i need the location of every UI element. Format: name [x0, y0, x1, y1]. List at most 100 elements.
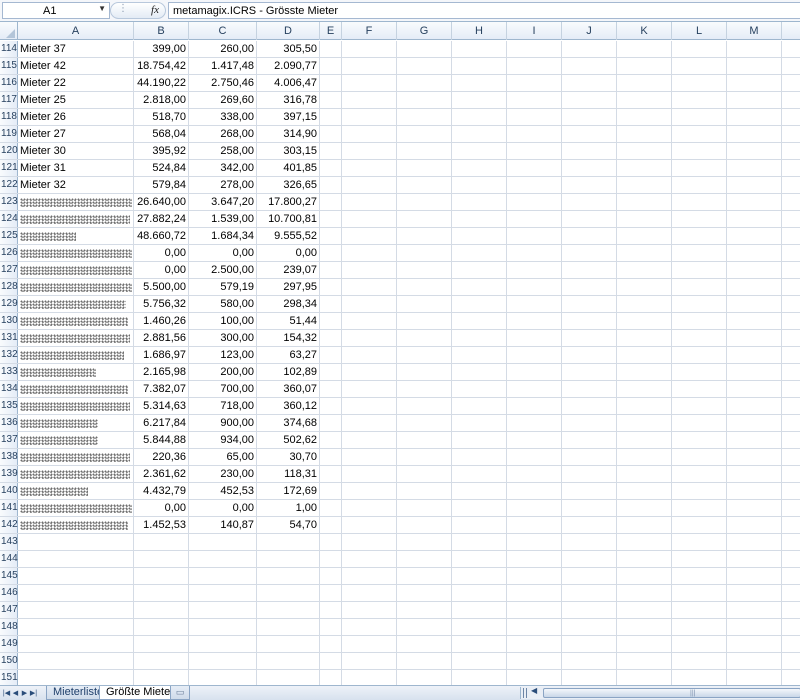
cell-empty[interactable] — [397, 296, 452, 312]
cell-empty[interactable] — [672, 568, 727, 584]
cell-empty[interactable] — [727, 636, 782, 652]
cell-empty[interactable] — [782, 194, 800, 210]
cell-empty[interactable] — [672, 381, 727, 397]
cell-empty[interactable] — [672, 279, 727, 295]
cell-b[interactable]: 0,00 — [134, 500, 189, 516]
cell-empty[interactable] — [562, 330, 617, 346]
row-header[interactable]: 121 — [0, 160, 18, 176]
cell-empty[interactable] — [452, 296, 507, 312]
cell-empty[interactable] — [617, 347, 672, 363]
cell-empty[interactable] — [507, 330, 562, 346]
cell-c[interactable] — [189, 653, 257, 669]
cell-empty[interactable] — [320, 568, 342, 584]
cell-empty[interactable] — [617, 194, 672, 210]
cell-empty[interactable] — [507, 602, 562, 618]
cell-empty[interactable] — [397, 313, 452, 329]
cell-empty[interactable] — [452, 313, 507, 329]
cell-d[interactable]: 10.700,81 — [257, 211, 320, 227]
cell-b[interactable]: 44.190,22 — [134, 75, 189, 91]
cell-empty[interactable] — [727, 449, 782, 465]
cell-c[interactable]: 934,00 — [189, 432, 257, 448]
cell-empty[interactable] — [320, 466, 342, 482]
cell-empty[interactable] — [452, 126, 507, 142]
cell-a[interactable] — [18, 517, 134, 533]
cell-d[interactable]: 401,85 — [257, 160, 320, 176]
row-header[interactable]: 143 — [0, 534, 18, 550]
cell-c[interactable]: 580,00 — [189, 296, 257, 312]
cell-empty[interactable] — [507, 500, 562, 516]
cell-empty[interactable] — [782, 432, 800, 448]
cell-empty[interactable] — [342, 432, 397, 448]
cell-empty[interactable] — [782, 602, 800, 618]
cell-c[interactable]: 342,00 — [189, 160, 257, 176]
cell-empty[interactable] — [320, 262, 342, 278]
column-header-i[interactable]: I — [507, 22, 562, 40]
cell-empty[interactable] — [342, 58, 397, 74]
cell-empty[interactable] — [617, 670, 672, 685]
cell-empty[interactable] — [507, 109, 562, 125]
cell-empty[interactable] — [617, 296, 672, 312]
cell-empty[interactable] — [562, 75, 617, 91]
cell-empty[interactable] — [782, 211, 800, 227]
cell-empty[interactable] — [397, 211, 452, 227]
cell-empty[interactable] — [782, 500, 800, 516]
cell-empty[interactable] — [672, 449, 727, 465]
cell-empty[interactable] — [562, 466, 617, 482]
cell-b[interactable]: 2.818,00 — [134, 92, 189, 108]
cell-empty[interactable] — [342, 160, 397, 176]
cell-empty[interactable] — [342, 245, 397, 261]
cell-empty[interactable] — [782, 636, 800, 652]
cell-b[interactable]: 5.756,32 — [134, 296, 189, 312]
cell-empty[interactable] — [342, 279, 397, 295]
cell-empty[interactable] — [562, 177, 617, 193]
cell-empty[interactable] — [507, 517, 562, 533]
cell-empty[interactable] — [727, 58, 782, 74]
cell-empty[interactable] — [617, 41, 672, 57]
cell-empty[interactable] — [672, 211, 727, 227]
cell-d[interactable]: 2.090,77 — [257, 58, 320, 74]
cell-c[interactable]: 268,00 — [189, 126, 257, 142]
cell-empty[interactable] — [320, 177, 342, 193]
row-header[interactable]: 130 — [0, 313, 18, 329]
cell-empty[interactable] — [672, 364, 727, 380]
cell-b[interactable]: 27.882,24 — [134, 211, 189, 227]
cell-empty[interactable] — [452, 432, 507, 448]
cell-empty[interactable] — [672, 41, 727, 57]
cell-empty[interactable] — [452, 670, 507, 685]
cell-empty[interactable] — [727, 75, 782, 91]
row-header[interactable]: 144 — [0, 551, 18, 567]
cell-empty[interactable] — [342, 381, 397, 397]
cell-a[interactable] — [18, 619, 134, 635]
cell-empty[interactable] — [452, 466, 507, 482]
cell-empty[interactable] — [617, 619, 672, 635]
row-header[interactable]: 138 — [0, 449, 18, 465]
cell-empty[interactable] — [782, 41, 800, 57]
cell-empty[interactable] — [617, 415, 672, 431]
cell-empty[interactable] — [397, 160, 452, 176]
cell-empty[interactable] — [782, 313, 800, 329]
cell-empty[interactable] — [320, 126, 342, 142]
row-header[interactable]: 148 — [0, 619, 18, 635]
cell-empty[interactable] — [727, 194, 782, 210]
cell-empty[interactable] — [727, 177, 782, 193]
cell-empty[interactable] — [320, 109, 342, 125]
cell-empty[interactable] — [562, 41, 617, 57]
cell-d[interactable]: 397,15 — [257, 109, 320, 125]
cell-empty[interactable] — [617, 466, 672, 482]
cell-empty[interactable] — [727, 534, 782, 550]
cell-empty[interactable] — [342, 228, 397, 244]
cell-empty[interactable] — [672, 466, 727, 482]
cell-empty[interactable] — [507, 653, 562, 669]
cell-empty[interactable] — [782, 296, 800, 312]
cell-b[interactable]: 2.881,56 — [134, 330, 189, 346]
cell-b[interactable] — [134, 636, 189, 652]
cell-b[interactable]: 7.382,07 — [134, 381, 189, 397]
cell-empty[interactable] — [617, 75, 672, 91]
cell-empty[interactable] — [782, 585, 800, 601]
cell-b[interactable]: 18.754,42 — [134, 58, 189, 74]
cell-empty[interactable] — [452, 551, 507, 567]
cell-empty[interactable] — [672, 58, 727, 74]
cell-a[interactable] — [18, 534, 134, 550]
cell-empty[interactable] — [727, 143, 782, 159]
cell-empty[interactable] — [342, 296, 397, 312]
